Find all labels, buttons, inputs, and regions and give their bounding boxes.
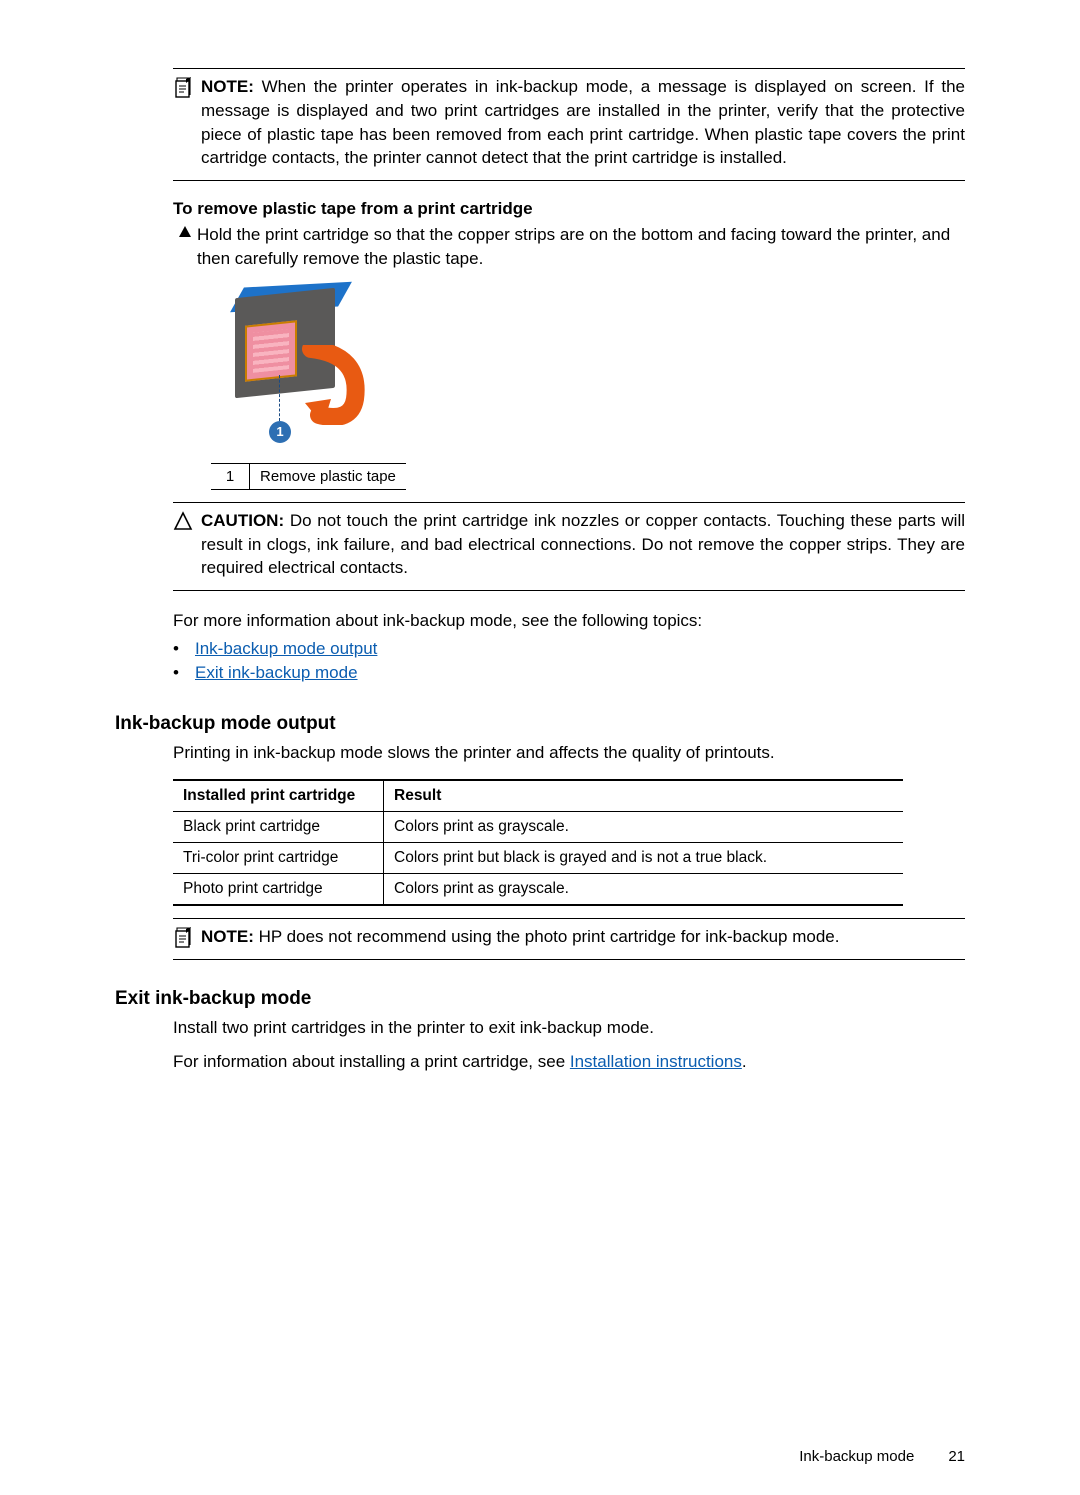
figure-legend: 1 Remove plastic tape [211,463,406,490]
note-icon [173,77,195,99]
section-exit-heading: Exit ink-backup mode [115,988,965,1010]
remove-tape-heading: To remove plastic tape from a print cart… [173,199,965,219]
caution-label: CAUTION: [201,511,284,530]
caution-callout: CAUTION: Do not touch the print cartridg… [173,502,965,591]
figure-callout-1: 1 [269,421,291,443]
page-footer: Ink-backup mode 21 [0,1448,1080,1465]
th-cart: Installed print cartridge [173,780,384,812]
legend-text: Remove plastic tape [250,463,406,489]
section-exit-para1: Install two print cartridges in the prin… [173,1016,965,1040]
section-output-para: Printing in ink-backup mode slows the pr… [173,741,965,765]
note-label: NOTE: [201,77,254,96]
note-callout: NOTE: HP does not recommend using the ph… [173,918,965,960]
note-text: HP does not recommend using the photo pr… [259,927,840,946]
topic-links: Ink-backup mode output Exit ink-backup m… [173,637,965,685]
table-row: Photo print cartridge Colors print as gr… [173,873,903,905]
link-install-instructions[interactable]: Installation instructions [570,1052,742,1071]
footer-page: 21 [948,1448,965,1465]
list-item: Ink-backup mode output [173,637,965,661]
note-icon [173,927,195,949]
section-exit-para2: For information about installing a print… [173,1050,965,1074]
link-exit[interactable]: Exit ink-backup mode [195,663,358,682]
th-result: Result [384,780,904,812]
step-item: Hold the print cartridge so that the cop… [173,223,965,271]
triangle-icon [173,223,197,239]
caution-text: Do not touch the print cartridge ink noz… [201,511,965,578]
note-body: NOTE: When the printer operates in ink-b… [201,75,965,170]
footer-section: Ink-backup mode [799,1448,914,1465]
caution-icon [173,511,195,531]
note-label: NOTE: [201,927,254,946]
note-text: When the printer operates in ink-backup … [201,77,965,167]
cartridge-figure: 1 [211,285,965,455]
table-row: Tri-color print cartridge Colors print b… [173,842,903,873]
section-output-heading: Ink-backup mode output [115,713,965,735]
legend-num: 1 [211,463,250,489]
link-output[interactable]: Ink-backup mode output [195,639,377,658]
note-body: NOTE: HP does not recommend using the ph… [201,925,839,949]
caution-body: CAUTION: Do not touch the print cartridg… [201,509,965,580]
table-row: Black print cartridge Colors print as gr… [173,811,903,842]
note-callout: NOTE: When the printer operates in ink-b… [173,68,965,181]
list-item: Exit ink-backup mode [173,661,965,685]
more-info-para: For more information about ink-backup mo… [173,609,965,633]
step-text: Hold the print cartridge so that the cop… [197,223,965,271]
output-table: Installed print cartridge Result Black p… [173,779,903,906]
